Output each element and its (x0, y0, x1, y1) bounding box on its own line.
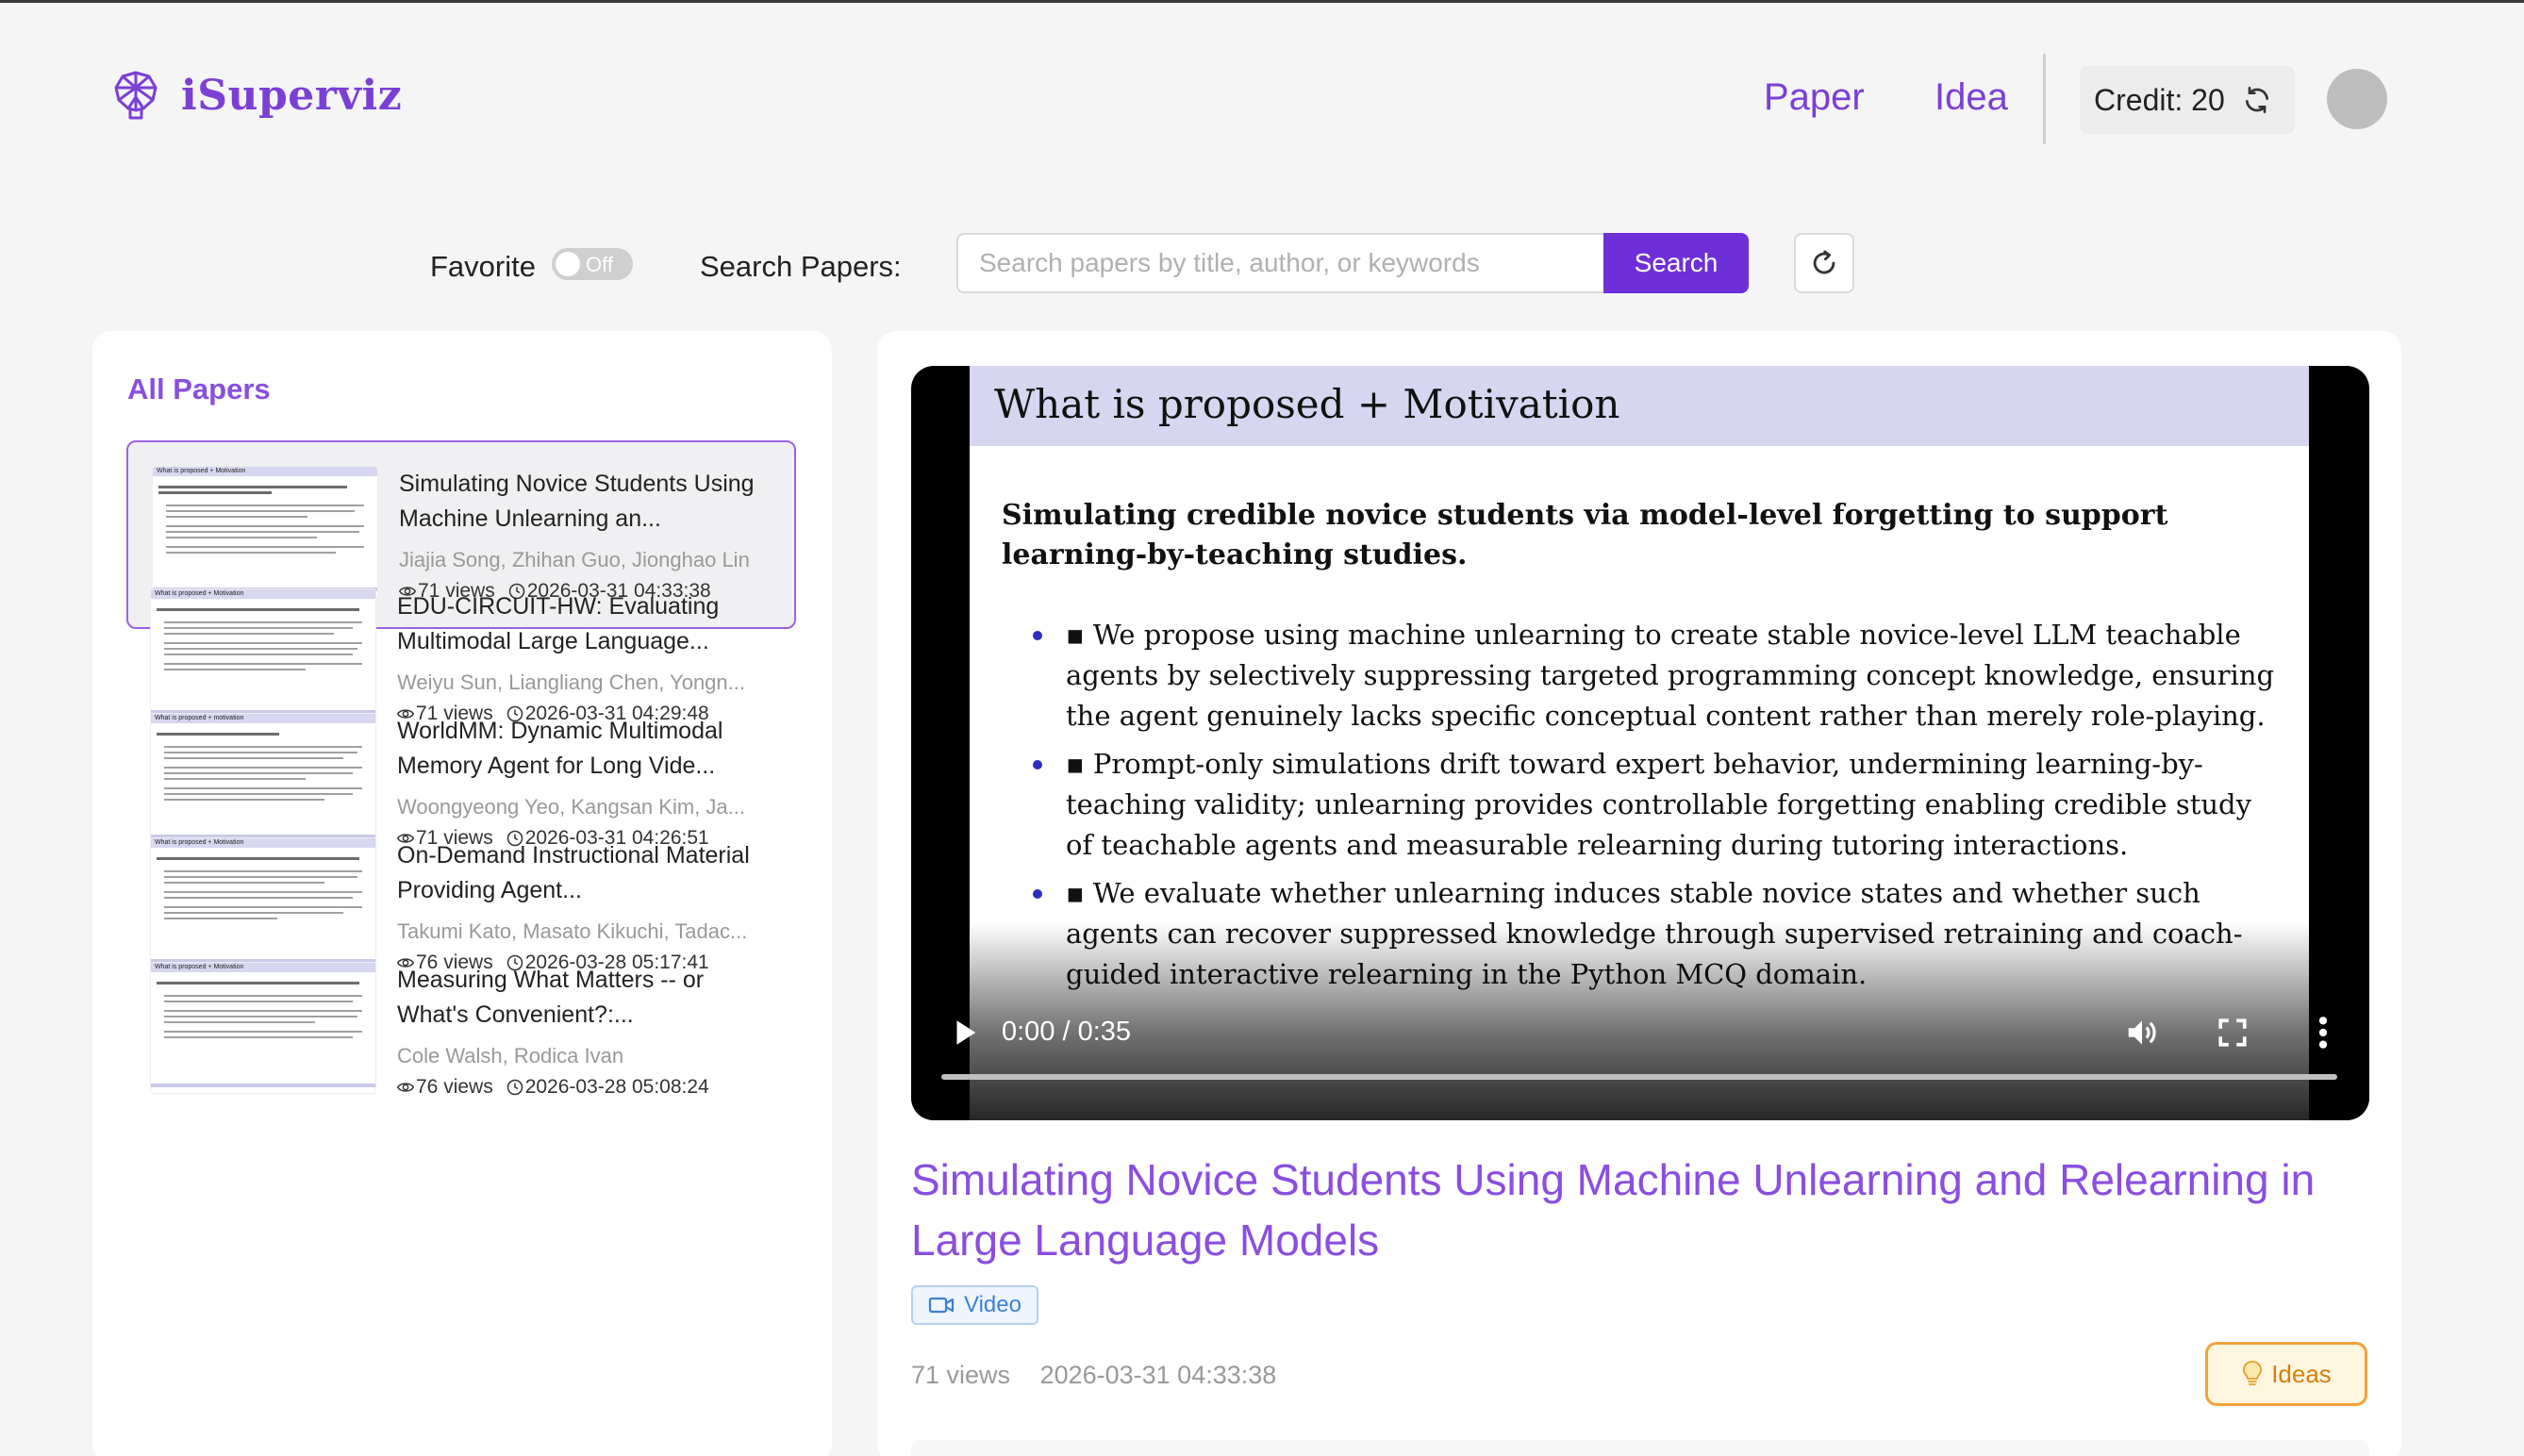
clock-icon (506, 1079, 523, 1096)
thumbnail-title: What is proposed + Motivation (155, 590, 244, 597)
next-section-edge (911, 1440, 2369, 1456)
favorite-toggle[interactable]: Off (552, 248, 633, 280)
slide-bullet: ▪ We propose using machine unlearning to… (1033, 615, 2281, 736)
video-badge-label: Video (964, 1292, 1021, 1317)
refresh-button[interactable] (1794, 233, 1854, 293)
thumbnail-title: What is proposed + Motivation (155, 964, 244, 970)
nav-idea-link[interactable]: Idea (1935, 76, 2008, 119)
avatar[interactable] (2327, 69, 2387, 129)
refresh-icon (1813, 250, 1835, 274)
brain-logo-icon (114, 71, 158, 120)
app-header: iSuperviz Paper Idea Credit: 20 (0, 3, 2524, 196)
play-icon[interactable] (949, 1017, 981, 1049)
paper-item-title: On-Demand Instructional Material Providi… (397, 842, 750, 903)
paper-item-views: 76 views (416, 1076, 493, 1098)
paper-item-authors: Cole Walsh, Rodica Ivan (397, 1044, 624, 1067)
video-player[interactable]: What is proposed + Motivation Simulating… (911, 366, 2369, 1120)
credit-label: Credit: 20 (2094, 82, 2225, 117)
video-camera-icon (928, 1297, 955, 1314)
slide-header: What is proposed + Motivation (970, 366, 2309, 446)
paper-list-panel: All Papers What is proposed + Motivation… (92, 331, 832, 1456)
video-time: 0:00 / 0:35 (1002, 1017, 1132, 1047)
nav-paper-link[interactable]: Paper (1764, 76, 1865, 119)
all-papers-heading: All Papers (127, 372, 271, 405)
toggle-state-label: Off (586, 253, 613, 276)
paper-item-meta: 76 views 2026-03-28 05:08:24 (397, 1076, 709, 1099)
fullscreen-icon[interactable] (2217, 1017, 2249, 1049)
search-input[interactable] (956, 233, 1605, 293)
paper-views: 71 views (911, 1361, 1011, 1389)
paper-title[interactable]: Simulating Novice Students Using Machine… (911, 1150, 2383, 1270)
thumbnail-title: What is proposed + motivation (155, 715, 244, 721)
logo[interactable]: iSuperviz (111, 69, 402, 122)
logo-text: iSuperviz (181, 71, 403, 120)
refresh-icon[interactable] (2242, 85, 2272, 115)
slide-subtitle: Simulating credible novice students via … (1002, 499, 2168, 571)
slide-title: What is proposed + Motivation (994, 381, 1620, 427)
lightbulb-icon (2243, 1361, 2263, 1385)
eye-icon (397, 1083, 414, 1092)
ideas-button[interactable]: Ideas (2205, 1342, 2367, 1406)
ideas-button-label: Ideas (2271, 1359, 2332, 1388)
paper-thumbnail: What is proposed + Motivation (151, 963, 375, 1093)
credit-display: Credit: 20 (2080, 66, 2295, 134)
search-label: Search Papers: (700, 250, 902, 283)
paper-item-title: EDU-CIRCUIT-HW: Evaluating Multimodal La… (397, 593, 720, 654)
thumbnail-title: What is proposed + Motivation (155, 839, 244, 846)
paper-item-title: WorldMM: Dynamic Multimodal Memory Agent… (397, 718, 723, 779)
toggle-knob (556, 252, 580, 276)
search-button[interactable]: Search (1603, 233, 1749, 293)
paper-date: 2026-03-31 04:33:38 (1039, 1361, 1277, 1389)
video-progress-bar[interactable] (941, 1074, 2337, 1080)
paper-item-title: Measuring What Matters -- or What's Conv… (397, 967, 705, 1028)
favorite-label: Favorite (430, 250, 536, 283)
thumbnail-title: What is proposed + Motivation (157, 468, 246, 474)
more-vert-icon[interactable] (2316, 1015, 2331, 1051)
paper-list-item[interactable]: What is proposed + Motivation Measuring … (126, 938, 796, 1127)
paper-stats: 71 views 2026-03-31 04:33:38 (911, 1361, 1276, 1390)
paper-item-title: Simulating Novice Students Using Machine… (399, 471, 755, 532)
nav-divider (2043, 54, 2046, 144)
paper-item-date: 2026-03-28 05:08:24 (524, 1076, 709, 1098)
slide-bullet: ▪ Prompt-only simulations drift toward e… (1033, 744, 2281, 866)
paper-detail-panel: What is proposed + Motivation Simulating… (877, 331, 2401, 1456)
video-badge[interactable]: Video (911, 1285, 1038, 1325)
volume-icon[interactable] (2124, 1015, 2160, 1051)
